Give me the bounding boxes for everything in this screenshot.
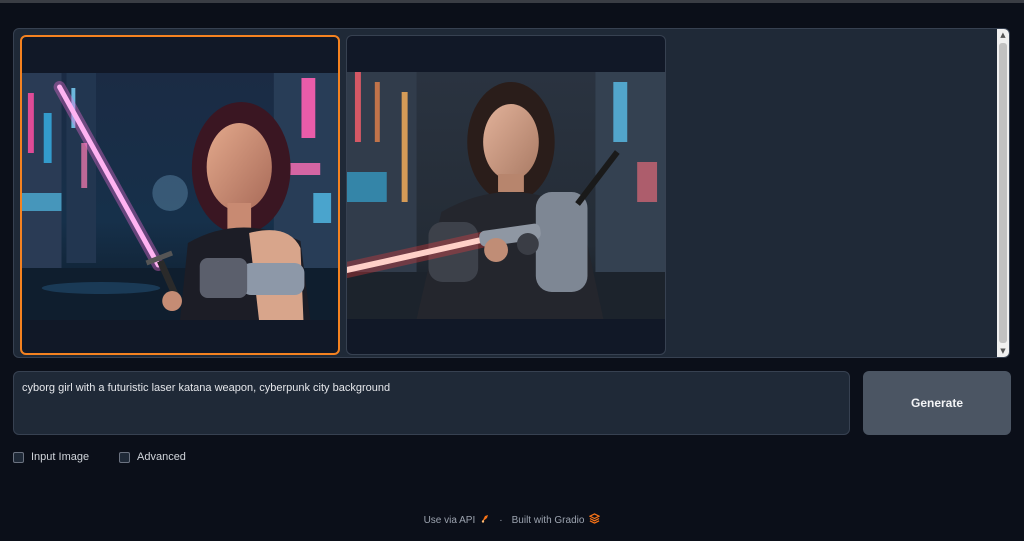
gallery-thumbnail-2[interactable] [346,35,666,355]
footer-separator: · [499,514,503,526]
generated-image-1 [22,73,338,320]
advanced-label: Advanced [137,451,186,463]
use-via-api-link[interactable]: Use via API [424,515,476,526]
advanced-checkbox[interactable] [119,451,130,463]
rocket-icon [480,514,490,527]
built-with-gradio-link[interactable]: Built with Gradio [512,515,585,526]
scroll-down-arrow-icon[interactable]: ▼ [997,345,1009,357]
prompt-textarea[interactable]: cyborg girl with a futuristic laser kata… [13,371,850,435]
gallery-scrollbar[interactable]: ▲ ▼ [997,29,1009,357]
image-gallery: ▲ ▼ [13,28,1010,358]
footer: Use via API · Built with Gradio [0,512,1024,528]
gradio-logo-icon [589,513,601,527]
generated-image-2 [347,72,665,319]
generate-button[interactable]: Generate [863,371,1011,435]
window-top-border [0,0,1024,3]
scroll-up-arrow-icon[interactable]: ▲ [997,29,1009,41]
gallery-thumbnail-1[interactable] [20,35,340,355]
advanced-option[interactable]: Advanced [119,450,186,464]
input-image-checkbox[interactable] [13,451,24,463]
input-image-label: Input Image [31,451,90,463]
scrollbar-thumb[interactable] [999,43,1007,343]
input-image-option[interactable]: Input Image [13,450,89,464]
